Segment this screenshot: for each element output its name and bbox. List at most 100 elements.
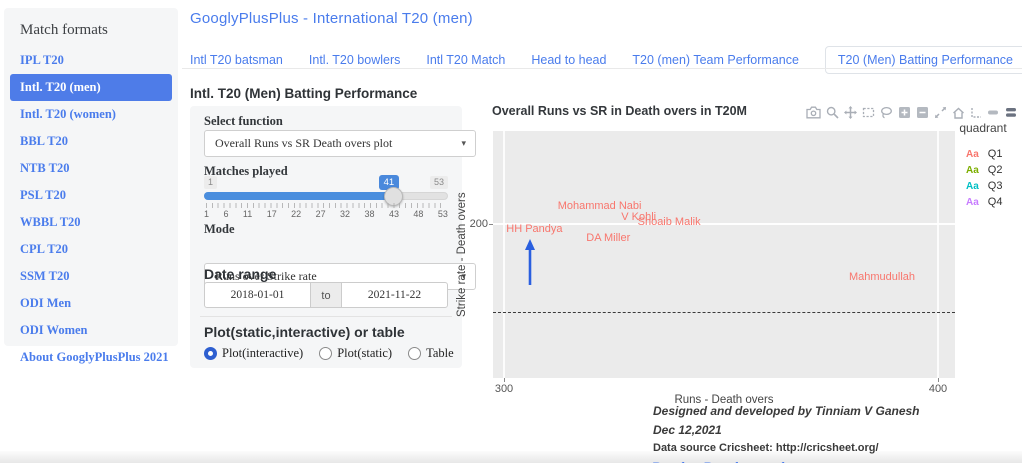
sidebar-item-intl-t20-men[interactable]: Intl. T20 (men) — [10, 74, 172, 101]
tab-t20-men-team-performance[interactable]: T20 (men) Team Performance — [632, 53, 799, 67]
gridline — [937, 131, 939, 378]
select-function-label: Select function — [204, 114, 448, 129]
legend-title: quadrant — [952, 121, 1014, 135]
sidebar-item-bbl-t20[interactable]: BBL T20 — [4, 128, 178, 155]
radio-option-table[interactable]: Table — [408, 346, 454, 361]
footer-date: Dec 12,2021 — [653, 423, 920, 437]
radio-option-label: Plot(static) — [337, 346, 392, 361]
slider-min-label: 1 — [204, 176, 217, 189]
gridline — [493, 223, 955, 225]
tab-head-to-head[interactable]: Head to head — [531, 53, 606, 67]
toggle-spikelines-icon[interactable] — [970, 107, 982, 119]
slider-tick-labels: 16111722273238434853 — [204, 209, 448, 219]
sidebar-heading: Match formats — [20, 22, 178, 39]
radio-icon — [319, 347, 332, 360]
radio-option-label: Plot(interactive) — [222, 346, 303, 361]
control-panel: Select function Overall Runs vs SR Death… — [190, 106, 462, 368]
sidebar-nav: IPL T20Intl. T20 (men)Intl. T20 (women)B… — [4, 47, 178, 371]
annotation-arrow — [521, 239, 539, 289]
date-range-label: Date range — [204, 266, 448, 282]
date-from-input[interactable] — [204, 282, 311, 308]
tab-intl-t20-match[interactable]: Intl T20 Match — [426, 53, 505, 67]
legend-entry-q2[interactable]: Aa Q2 — [966, 162, 1002, 178]
reset-axes-icon[interactable] — [952, 107, 965, 119]
sidebar-item-ssm-t20[interactable]: SSM T20 — [4, 263, 178, 290]
sidebar-item-cpl-t20[interactable]: CPL T20 — [4, 236, 178, 263]
hover-compare-icon[interactable] — [1005, 107, 1018, 118]
lasso-icon[interactable] — [880, 106, 893, 119]
slider-tick-label: 43 — [389, 209, 399, 219]
radio-option-plot-interactive[interactable]: Plot(interactive) — [204, 346, 303, 361]
gridline — [503, 131, 505, 378]
footer-credit: Designed and developed by Tinniam V Gane… — [653, 404, 920, 418]
slider-max-label: 53 — [430, 176, 448, 189]
plot-choice-radios: Plot(interactive) Plot(static) Table — [204, 346, 448, 361]
x-axis-tick-mark — [504, 378, 505, 382]
slider-tick-label: 17 — [267, 209, 277, 219]
legend-entry-label: Q3 — [988, 180, 1003, 192]
sidebar-item-about-googlyplusplus-2021[interactable]: About GooglyPlusPlus 2021 — [4, 344, 178, 371]
slider-tick-label: 22 — [291, 209, 301, 219]
legend-swatch: Aa — [966, 165, 979, 176]
slider-tick-label: 1 — [204, 209, 209, 219]
slider-tick-label: 11 — [243, 209, 252, 219]
mode-label: Mode — [204, 222, 448, 237]
slider-tick-marks — [206, 203, 446, 208]
radio-option-label: Table — [426, 346, 454, 361]
radio-icon — [408, 347, 421, 360]
sidebar-item-psl-t20[interactable]: PSL T20 — [4, 182, 178, 209]
legend-swatch: Aa — [966, 181, 979, 192]
date-range-separator: to — [311, 282, 341, 308]
date-to-input[interactable] — [341, 282, 448, 308]
slider-tick-label: 38 — [365, 209, 375, 219]
radio-option-plot-static[interactable]: Plot(static) — [319, 346, 392, 361]
panel-divider — [200, 316, 452, 317]
plot-area[interactable] — [493, 131, 955, 378]
plotly-modebar — [806, 106, 1022, 119]
chart-title: Overall Runs vs SR in Death overs in T20… — [492, 104, 747, 118]
sidebar-item-ipl-t20[interactable]: IPL T20 — [4, 47, 178, 74]
tabs-divider — [182, 68, 1022, 69]
tab-intl-t20-bowlers[interactable]: Intl. T20 bowlers — [309, 53, 400, 67]
camera-icon[interactable] — [806, 106, 821, 119]
app-root: Match formats IPL T20Intl. T20 (men)Intl… — [0, 0, 1022, 463]
select-function-value: Overall Runs vs SR Death overs plot — [215, 136, 392, 150]
radio-icon — [204, 347, 217, 360]
box-select-icon[interactable] — [862, 106, 875, 119]
slider-tick-label: 53 — [438, 209, 448, 219]
tab-bar: Intl T20 batsman Intl. T20 bowlers Intl T2… — [190, 46, 1022, 74]
sidebar-item-ntb-t20[interactable]: NTB T20 — [4, 155, 178, 182]
slider-tick-label: 48 — [413, 209, 423, 219]
reference-dashed-line — [493, 312, 955, 313]
x-axis-tick-mark — [938, 378, 939, 382]
sidebar-item-wbbl-t20[interactable]: WBBL T20 — [4, 209, 178, 236]
tab-t20-men-batting-performance[interactable]: T20 (Men) Batting Performance — [825, 46, 1022, 74]
legend-entry-q1[interactable]: Aa Q1 — [966, 146, 1002, 162]
legend-entry-q3[interactable]: Aa Q3 — [966, 178, 1002, 194]
page-title: GooglyPlusPlus - International T20 (men) — [190, 10, 473, 27]
legend-entry-label: Q4 — [988, 196, 1003, 208]
y-axis-tick-mark — [489, 224, 493, 225]
zoom-out-icon[interactable] — [916, 106, 929, 119]
legend-entry-label: Q1 — [988, 148, 1003, 160]
legend-entry-label: Q2 — [988, 164, 1003, 176]
slider-tick-label: 6 — [223, 209, 228, 219]
zoom-in-icon[interactable] — [898, 106, 911, 119]
legend-entry-q4[interactable]: Aa Q4 — [966, 194, 1002, 210]
footer: Designed and developed by Tinniam V Gane… — [653, 404, 920, 463]
sidebar-item-odi-women[interactable]: ODI Women — [4, 317, 178, 344]
sidebar-item-odi-men[interactable]: ODI Men — [4, 290, 178, 317]
legend: Aa Q1 Aa Q2 Aa Q3 Aa Q4 — [966, 146, 1002, 210]
sidebar: Match formats IPL T20Intl. T20 (men)Intl… — [4, 8, 178, 346]
matches-played-slider[interactable]: 1 53 41 16111722273238434853 — [204, 176, 448, 222]
zoom-icon[interactable] — [826, 106, 839, 119]
legend-swatch: Aa — [966, 149, 979, 160]
hover-closest-icon[interactable] — [987, 108, 1000, 117]
date-range-picker: to — [204, 282, 448, 308]
autoscale-icon[interactable] — [934, 106, 947, 119]
pan-icon[interactable] — [844, 106, 857, 119]
select-function-dropdown[interactable]: Overall Runs vs SR Death overs plot ▾ — [204, 130, 476, 157]
legend-swatch: Aa — [966, 197, 979, 208]
tab-intl-t20-batsman[interactable]: Intl T20 batsman — [190, 53, 283, 67]
sidebar-item-intl-t20-women[interactable]: Intl. T20 (women) — [4, 101, 178, 128]
